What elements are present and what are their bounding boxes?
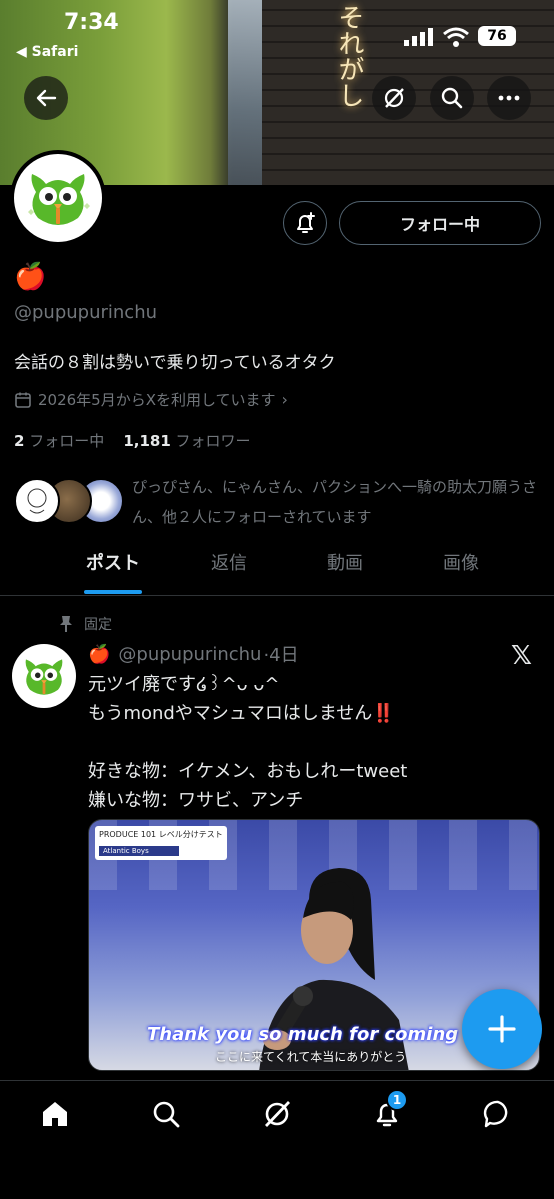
calendar-icon — [15, 392, 31, 408]
owl-avatar-image — [25, 659, 63, 695]
chat-bubble-icon — [483, 1100, 508, 1128]
nav-search[interactable] — [149, 1097, 183, 1131]
tab-replies[interactable]: 返信 — [172, 540, 286, 596]
more-icon — [498, 95, 520, 101]
notification-subscribe-button[interactable] — [283, 201, 327, 245]
profile-avatar[interactable] — [10, 150, 106, 246]
video-caption-english: Thank you so much for coming — [147, 1024, 459, 1045]
profile-handle: @pupupurinchu — [14, 302, 158, 323]
video-badge: PRODUCE 101 レベル分けテスト Atlantic Boys — [95, 826, 227, 860]
notification-count-badge: 1 — [386, 1089, 408, 1111]
active-tab-indicator — [84, 590, 142, 594]
pinned-label: 固定 — [58, 614, 112, 634]
pin-icon — [60, 616, 72, 632]
plus-icon — [488, 1015, 516, 1043]
compose-post-button[interactable] — [462, 989, 542, 1069]
owl-avatar-image — [28, 174, 90, 225]
tab-posts[interactable]: ポスト — [56, 540, 170, 596]
post-time[interactable]: ·4日 — [263, 641, 298, 667]
video-caption-japanese: ここに来てくれて本当にありがとう — [215, 1050, 407, 1064]
back-button[interactable] — [24, 76, 68, 120]
mutual-avatar — [14, 478, 60, 524]
chevron-right-icon: › — [281, 390, 288, 409]
tab-images[interactable]: 画像 — [404, 540, 518, 596]
post-header: 🍎 @pupupurinchu ·4日 — [88, 641, 299, 667]
home-icon — [43, 1102, 67, 1126]
post-author-avatar[interactable] — [12, 644, 76, 708]
profile-tabs: ポスト 返信 動画 画像 — [0, 540, 554, 596]
status-time: 7:34 — [64, 10, 119, 35]
more-button[interactable] — [487, 76, 531, 120]
joined-date[interactable]: 2026年5月からXを利用しています › — [14, 389, 288, 410]
follow-counts: 2 フォロー中 1,181 フォロワー — [14, 430, 251, 451]
joined-date-text: 2026年5月からXを利用しています — [38, 391, 276, 409]
profile-bio: 会話の８割は勢いで乗り切っているオタク — [14, 353, 336, 373]
nav-messages[interactable] — [481, 1097, 515, 1131]
mutual-followers-avatars[interactable] — [14, 478, 124, 524]
back-to-safari-link[interactable]: ◀ Safari — [16, 44, 78, 60]
x-logo-icon[interactable]: 𝕏 — [511, 641, 532, 671]
search-icon — [153, 1101, 180, 1128]
battery-indicator: 76 — [478, 26, 516, 46]
arrow-left-icon — [36, 89, 57, 107]
display-name: 🍎 — [14, 262, 47, 292]
following-link[interactable]: 2 フォロー中 — [14, 432, 104, 450]
bell-plus-icon — [297, 212, 315, 233]
grok-icon — [264, 1101, 291, 1127]
bottom-navigation: 1 — [0, 1080, 554, 1199]
grok-button[interactable] — [372, 76, 416, 120]
nav-home[interactable] — [38, 1097, 72, 1131]
following-button[interactable]: フォロー中 — [339, 201, 541, 245]
search-button[interactable] — [430, 76, 474, 120]
followers-link[interactable]: 1,181 フォロワー — [123, 432, 250, 450]
nav-grok[interactable] — [260, 1097, 294, 1131]
mutual-followers-text[interactable]: ぴっぴさん、にゃんさん、パクションへ一騎の助太刀願うさん、他２人にフォローされて… — [132, 472, 542, 532]
signal-icon — [404, 28, 433, 46]
post-author-handle[interactable]: @pupupurinchu — [118, 644, 261, 665]
nav-notifications[interactable]: 1 — [370, 1089, 408, 1131]
post-author-name[interactable]: 🍎 — [88, 644, 110, 665]
wifi-icon — [443, 27, 469, 47]
status-icons: 76 — [404, 24, 534, 48]
post-text: 元ツイ廃です໒꒱^ᴗ ᴗ^ もうmondやマシュマロはしません‼️ 好きな物：イ… — [88, 674, 408, 811]
tab-videos[interactable]: 動画 — [288, 540, 402, 596]
search-icon — [441, 87, 463, 109]
grok-icon — [384, 88, 404, 108]
